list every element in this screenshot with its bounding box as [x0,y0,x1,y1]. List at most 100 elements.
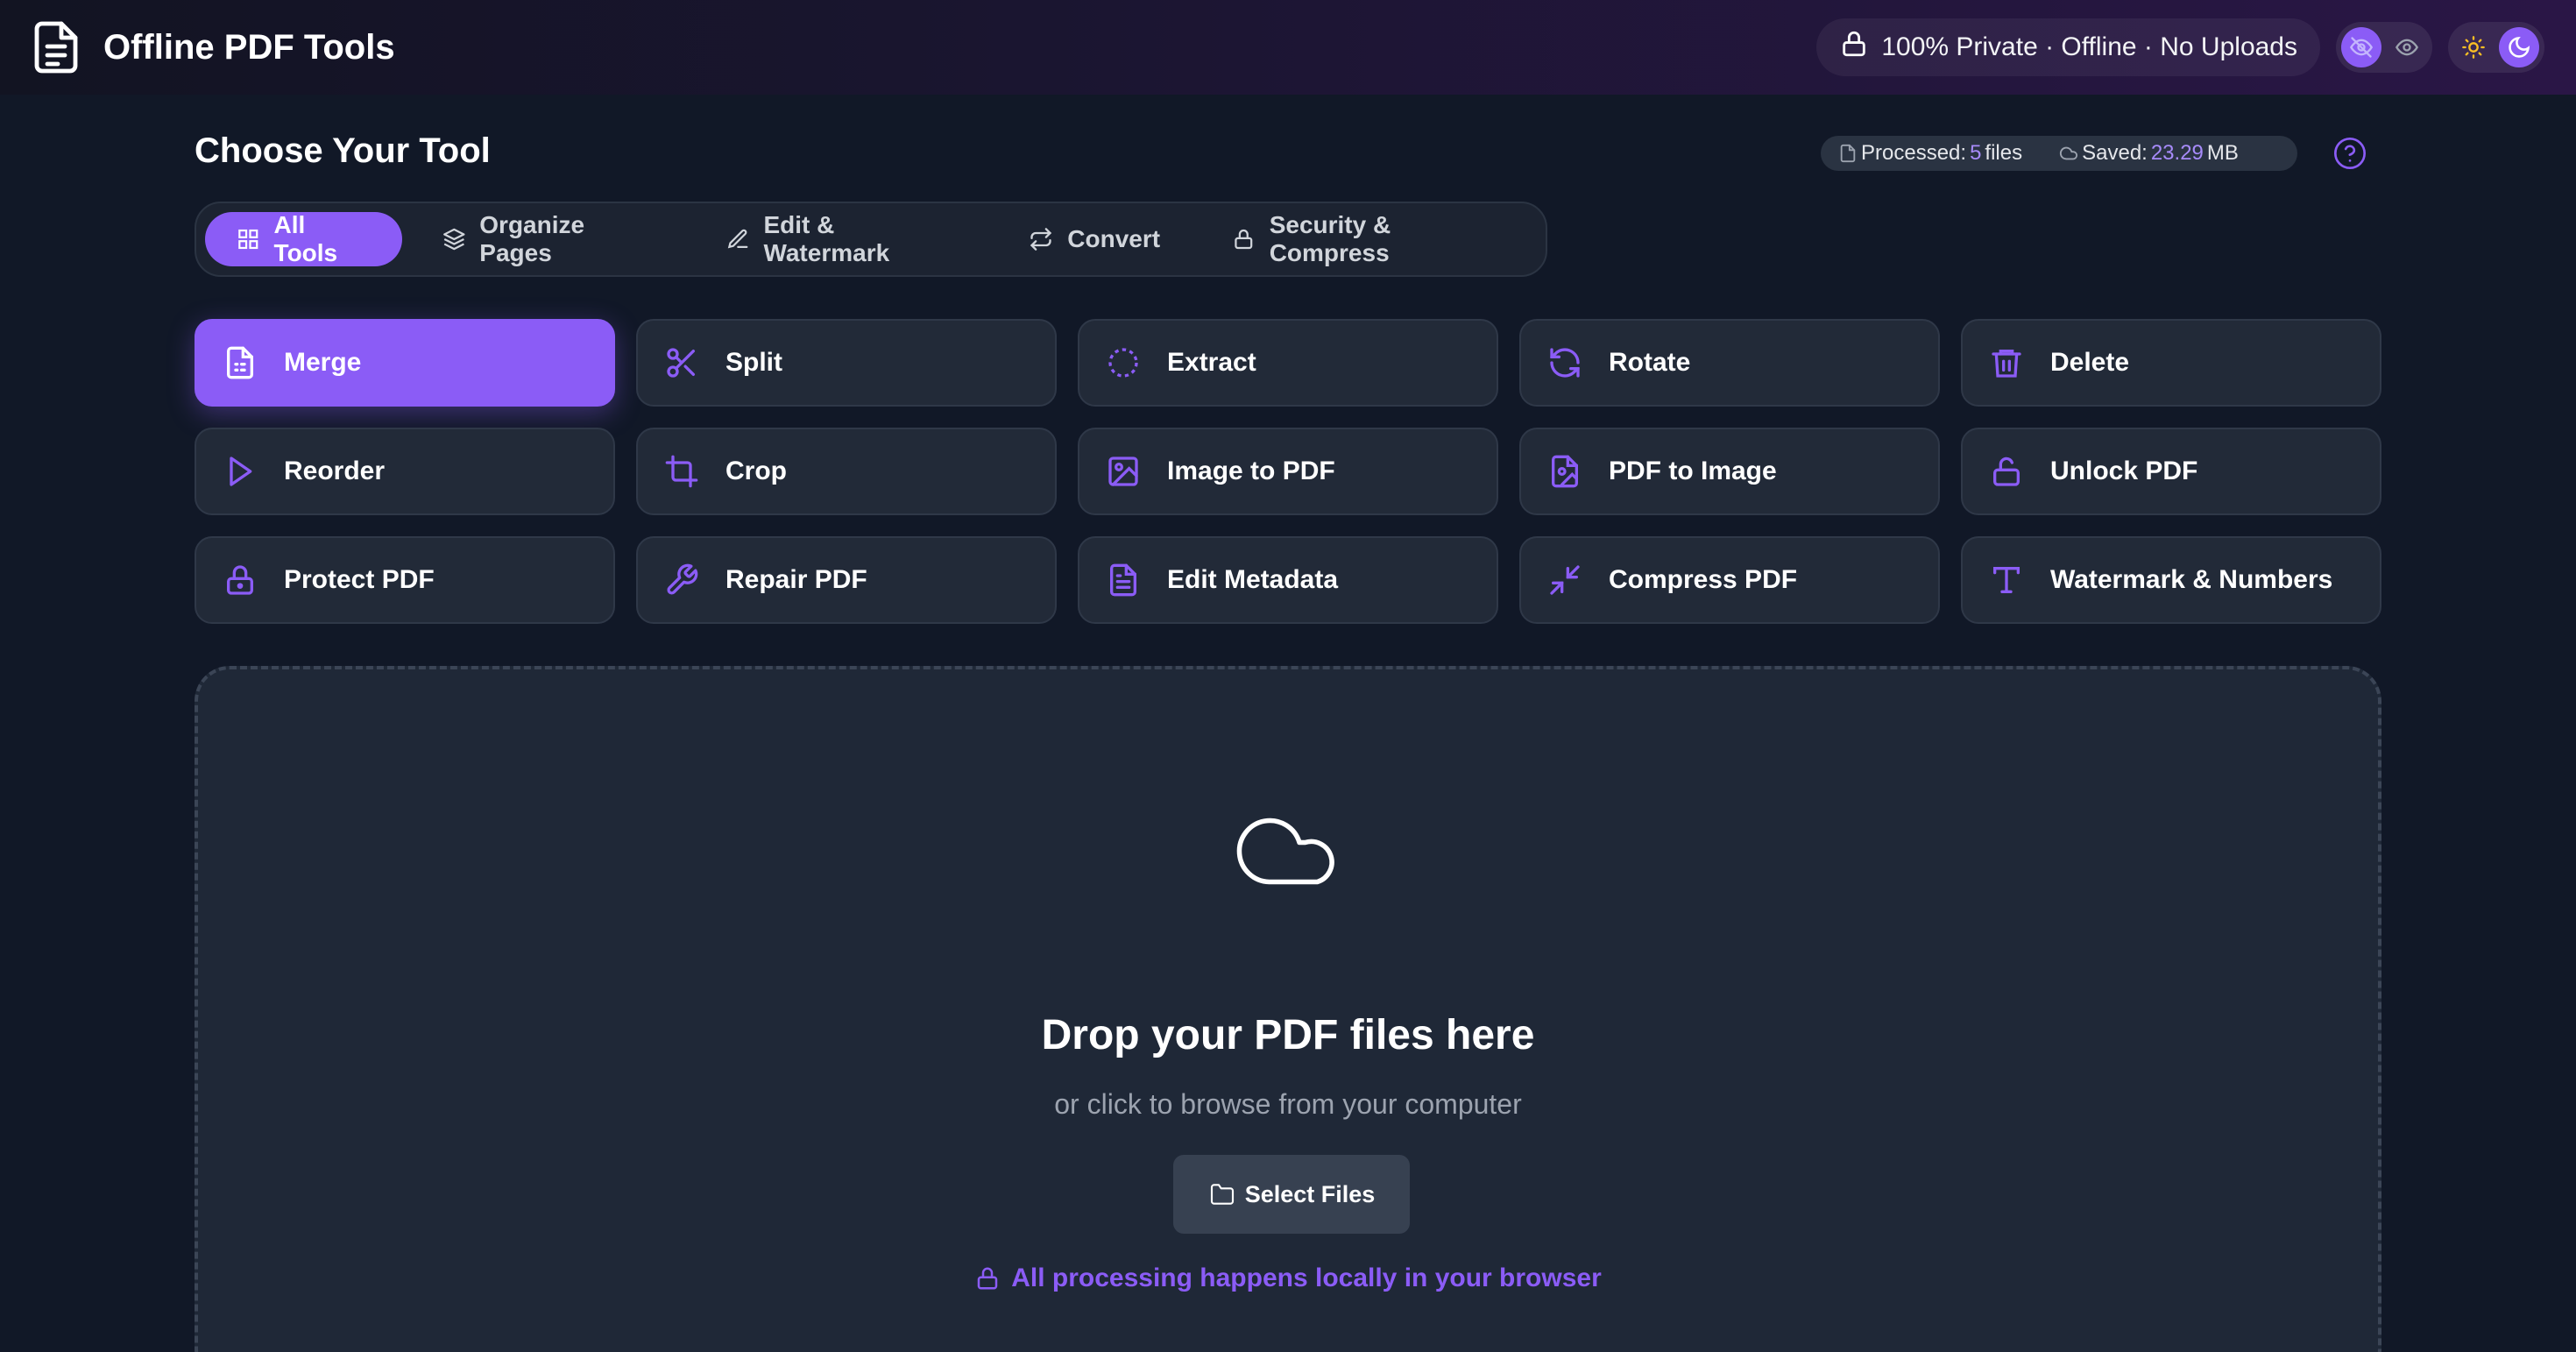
image-icon [1108,457,1138,486]
wrench-icon [667,563,698,595]
tool-unlock-pdf[interactable]: Unlock PDF [1961,428,2381,515]
local-processing-note: All processing happens locally in your b… [198,1264,2378,1293]
stats-badge: Processed: 5 files Saved: 23.29 MB [1821,136,2297,171]
tool-label: Watermark & Numbers [2050,565,2333,594]
processed-unit: files [1985,141,2023,165]
tool-label: Merge [284,348,362,377]
moon-icon [2509,36,2530,58]
privacy-text: 100% Private · Offline · No Uploads [1881,32,2297,61]
tool-reorder[interactable]: Reorder [195,428,615,515]
tab-label: Convert [1067,225,1161,252]
file-icon [1840,144,1856,163]
dark-theme-toggle[interactable] [2499,27,2539,67]
tool-split[interactable]: Split [636,319,1057,407]
light-theme-toggle[interactable] [2453,27,2494,67]
lock-icon [227,565,253,595]
tool-label: Repair PDF [725,565,867,594]
tool-label: Image to PDF [1167,457,1335,485]
eye-off-icon [2349,37,2374,58]
processed-stat: Processed: 5 files [1838,141,2022,166]
tool-edit-metadata[interactable]: Edit Metadata [1078,536,1498,624]
saved-unit: MB [2206,141,2239,165]
dashed-circle-icon [1108,348,1138,378]
app-header: Offline PDF Tools 100% Private · Offline… [0,0,2576,95]
tool-protect-pdf[interactable]: Protect PDF [195,536,615,624]
lock-icon [1235,229,1253,250]
tool-label: Crop [725,457,787,485]
grid-icon [238,229,258,250]
lock-icon [1839,29,1869,66]
tool-repair-pdf[interactable]: Repair PDF [636,536,1057,624]
tab-label: Organize Pages [479,211,585,266]
trash-icon [1992,350,2021,378]
tool-rotate[interactable]: Rotate [1519,319,1940,407]
drop-subtitle: or click to browse from your computer [1054,1088,1522,1120]
tab-label: Edit & Watermark [763,211,890,266]
file-image-icon [1552,455,1578,488]
tool-label: Compress PDF [1609,565,1798,594]
saved-value: 23.29 [2150,141,2204,165]
theme-toggle [2448,22,2544,73]
document-icon [32,20,81,74]
saved-label: Saved: [2082,141,2148,165]
tab-security-compress[interactable]: Security & Compress [1200,211,1537,266]
tool-label: Reorder [284,457,386,485]
select-files-label: Select Files [1244,1180,1376,1207]
local-note-text: All processing happens locally in your b… [1011,1264,1602,1292]
drop-title: Drop your PDF files here [1041,1012,1535,1058]
header-actions: 100% Private · Offline · No Uploads [1816,18,2544,76]
app-title: Offline PDF Tools [103,27,395,67]
tab-label: Security & Compress [1269,211,1391,266]
tool-pdf-to-image[interactable]: PDF to Image [1519,428,1940,515]
repeat-icon [1030,228,1052,251]
crop-icon [665,455,698,488]
help-button[interactable] [2332,136,2367,171]
layers-icon [442,228,465,251]
tab-all-tools[interactable]: All Tools [205,211,402,266]
cloud-icon [2060,146,2078,160]
app-root: Offline PDF Tools 100% Private · Offline… [0,0,2576,1352]
tool-image-to-pdf[interactable]: Image to PDF [1078,428,1498,515]
unlock-icon [1993,457,2020,486]
tool-label: Protect PDF [284,565,435,594]
play-icon [230,457,252,486]
tool-label: Edit Metadata [1167,565,1339,594]
tool-label: Unlock PDF [2050,457,2198,485]
tool-label: PDF to Image [1609,457,1777,485]
category-tabs: All Tools Organize Pages Edit & Watermar… [195,202,1547,277]
tool-merge[interactable]: Merge [195,319,615,407]
tool-crop[interactable]: Crop [636,428,1057,515]
folder-icon [1210,1184,1234,1205]
tool-watermark-numbers[interactable]: Watermark & Numbers [1961,536,2381,624]
eye-toggle[interactable] [2387,27,2427,67]
saved-stat: Saved: 23.29 MB [2059,141,2239,166]
tab-label: All Tools [273,211,338,266]
tool-delete[interactable]: Delete [1961,319,2381,407]
page-title: Choose Your Tool [195,131,491,170]
select-files-button[interactable]: Select Files [1173,1155,1410,1234]
cloud-icon [1236,818,1334,885]
file-text-icon [1110,563,1136,597]
tool-extract[interactable]: Extract [1078,319,1498,407]
tab-organize-pages[interactable]: Organize Pages [411,211,686,266]
privacy-badge: 100% Private · Offline · No Uploads [1816,18,2320,76]
tool-label: Rotate [1609,348,1691,377]
tool-label: Split [725,348,782,377]
eye-off-toggle[interactable] [2341,27,2381,67]
pen-icon [727,229,748,249]
file-icon [227,346,253,379]
visibility-toggle [2336,22,2432,73]
tab-convert[interactable]: Convert [997,212,1192,266]
processed-count: 5 [1970,141,1982,165]
tool-grid: Merge Split Extract Rotate Delete Reorde… [195,319,2381,624]
tool-compress-pdf[interactable]: Compress PDF [1519,536,1940,624]
rotate-icon [1550,348,1580,378]
tool-label: Delete [2050,348,2130,377]
help-circle-icon [2334,138,2366,169]
tab-edit-watermark[interactable]: Edit & Watermark [695,211,988,266]
sun-icon [2462,36,2485,59]
type-icon [1993,567,2020,593]
processed-label: Processed: [1861,141,1967,165]
brand[interactable]: Offline PDF Tools [32,20,395,74]
file-drop-zone[interactable]: Drop your PDF files here or click to bro… [195,666,2381,1352]
